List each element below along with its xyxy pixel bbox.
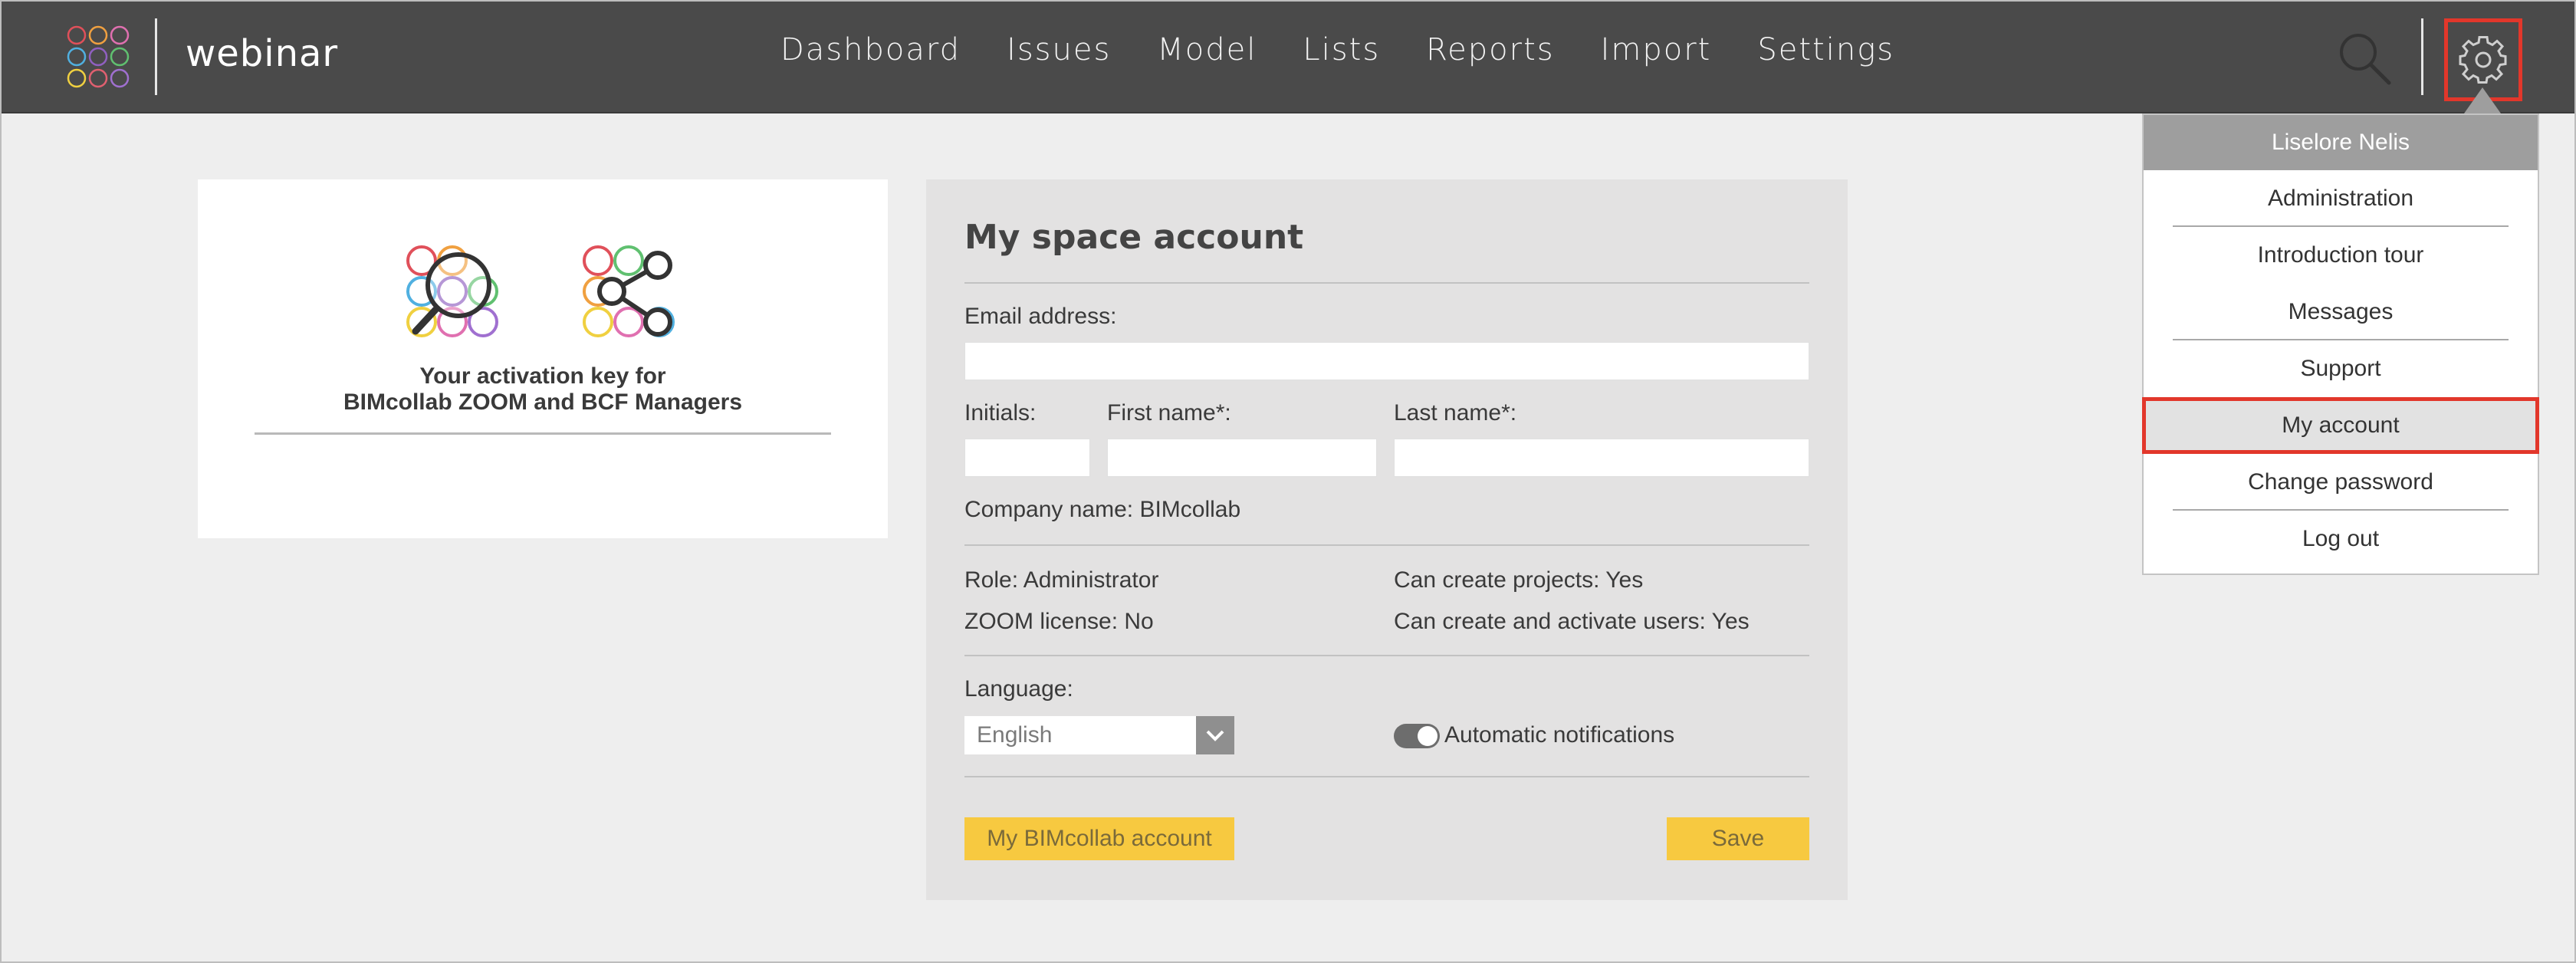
dropdown-caret bbox=[2464, 87, 2501, 113]
chevron-down-icon[interactable] bbox=[1196, 716, 1234, 754]
zoom-app-icon bbox=[406, 245, 498, 337]
menu-item-change-password[interactable]: Change password bbox=[2144, 454, 2538, 511]
panel-title: My space account bbox=[964, 218, 1304, 257]
initials-label: Initials: bbox=[964, 400, 1037, 426]
language-value: English bbox=[977, 722, 1053, 748]
activation-key-title: Your activation key for bbox=[419, 363, 666, 389]
top-navigation-bar: webinar Dashboard Issues Model Lists Rep… bbox=[2, 2, 2574, 113]
role-text: Role: Administrator bbox=[964, 567, 1159, 593]
divider bbox=[964, 282, 1809, 284]
divider bbox=[964, 655, 1809, 656]
main-nav: Dashboard Issues Model Lists Reports Imp… bbox=[780, 32, 1940, 67]
notifications-label: Automatic notifications bbox=[1444, 722, 1675, 748]
company-name: Company name: BIMcollab bbox=[964, 497, 1241, 522]
divider bbox=[964, 544, 1809, 546]
nav-reports[interactable]: Reports bbox=[1426, 32, 1554, 67]
zoom-license-text: ZOOM license: No bbox=[964, 609, 1154, 634]
activation-key-subtitle: BIMcollab ZOOM and BCF Managers bbox=[343, 389, 743, 415]
can-create-users-text: Can create and activate users: Yes bbox=[1394, 609, 1750, 634]
account-panel: My space account Email address: Initials… bbox=[926, 179, 1848, 900]
nav-lists[interactable]: Lists bbox=[1303, 32, 1380, 67]
initials-field[interactable] bbox=[964, 439, 1090, 477]
first-name-field[interactable] bbox=[1107, 439, 1377, 477]
language-select[interactable]: English bbox=[964, 716, 1234, 754]
menu-item-messages[interactable]: Messages bbox=[2144, 284, 2538, 340]
header-divider bbox=[2421, 18, 2423, 95]
menu-item-administration[interactable]: Administration bbox=[2144, 170, 2538, 227]
save-button[interactable]: Save bbox=[1667, 817, 1809, 860]
my-bimcollab-account-button[interactable]: My BIMcollab account bbox=[964, 817, 1234, 860]
divider bbox=[964, 776, 1809, 777]
activation-key-divider bbox=[255, 432, 831, 435]
logo-divider bbox=[155, 18, 157, 95]
email-label: Email address: bbox=[964, 304, 1117, 329]
language-label: Language: bbox=[964, 676, 1073, 702]
menu-item-log-out[interactable]: Log out bbox=[2144, 511, 2538, 567]
menu-item-introduction-tour[interactable]: Introduction tour bbox=[2144, 227, 2538, 284]
can-create-projects-text: Can create projects: Yes bbox=[1394, 567, 1644, 593]
notifications-toggle[interactable] bbox=[1394, 724, 1440, 748]
menu-item-my-account[interactable]: My account bbox=[2142, 397, 2539, 454]
bcf-manager-icon bbox=[583, 245, 675, 337]
gear-icon bbox=[2459, 36, 2507, 84]
last-name-label: Last name*: bbox=[1394, 400, 1517, 426]
toggle-knob bbox=[1418, 726, 1438, 746]
user-dropdown-menu: Liselore Nelis Administration Introducti… bbox=[2142, 113, 2539, 575]
nav-model[interactable]: Model bbox=[1157, 32, 1257, 67]
nav-issues[interactable]: Issues bbox=[1007, 32, 1111, 67]
menu-item-support[interactable]: Support bbox=[2144, 340, 2538, 397]
first-name-label: First name*: bbox=[1107, 400, 1231, 426]
last-name-field[interactable] bbox=[1394, 439, 1809, 477]
search-icon[interactable] bbox=[2335, 29, 2394, 87]
bimcollab-logo-icon[interactable] bbox=[66, 25, 130, 89]
email-field[interactable] bbox=[964, 342, 1809, 380]
activation-key-card[interactable]: Your activation key for BIMcollab ZOOM a… bbox=[198, 179, 888, 538]
nav-import[interactable]: Import bbox=[1601, 32, 1712, 67]
user-name: Liselore Nelis bbox=[2144, 115, 2538, 170]
nav-settings[interactable]: Settings bbox=[1757, 32, 1894, 67]
project-name[interactable]: webinar bbox=[186, 32, 338, 75]
nav-dashboard[interactable]: Dashboard bbox=[780, 32, 961, 67]
